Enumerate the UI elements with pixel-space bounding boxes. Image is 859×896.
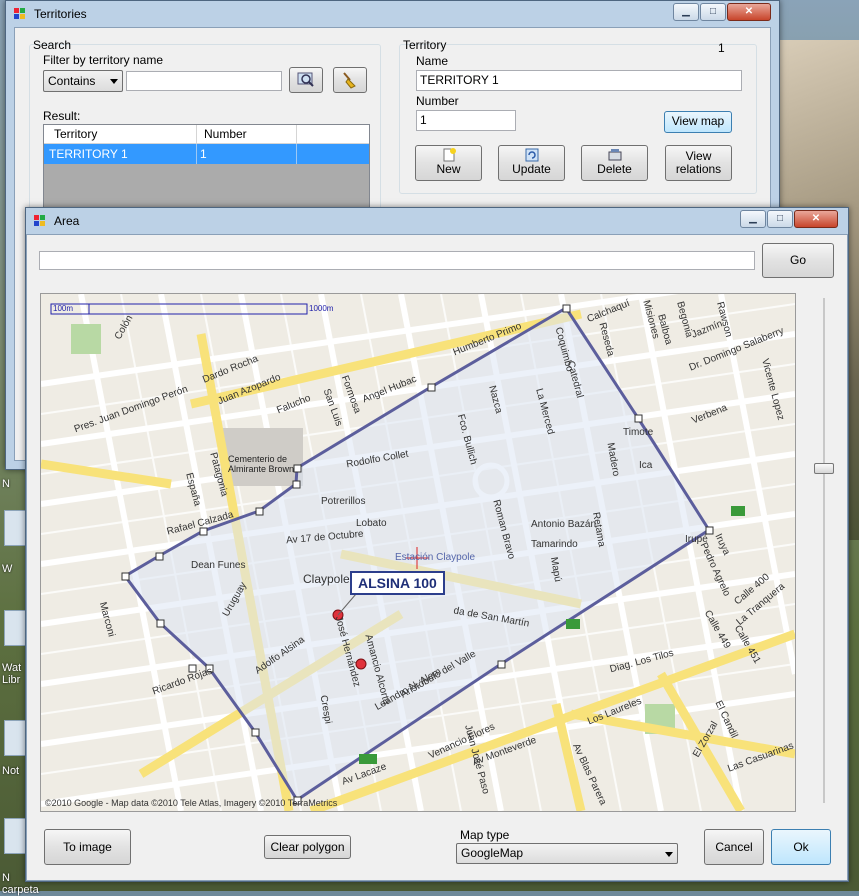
delete-button-label: Delete (597, 162, 632, 176)
map-copyright: ©2010 Google - Map data ©2010 Tele Atlas… (45, 798, 338, 808)
address-input[interactable] (39, 251, 755, 270)
window-title: Territories (34, 7, 87, 21)
column-divider (196, 144, 197, 164)
maximize-icon[interactable]: □ (767, 210, 793, 228)
street-label: Estación Claypole (395, 552, 476, 563)
cell-number: 1 (200, 147, 207, 161)
name-label: Name (416, 54, 449, 68)
table-row[interactable]: TERRITORY 1 1 (44, 144, 369, 164)
territory-group-label: Territory (403, 38, 447, 52)
column-header-number[interactable]: Number (204, 127, 247, 141)
column-divider (196, 125, 197, 143)
scale-small-label: 100m (53, 304, 74, 313)
name-input[interactable]: TERRITORY 1 (416, 70, 742, 91)
column-header-territory[interactable]: Territory (54, 127, 97, 141)
cell-territory: TERRITORY 1 (49, 147, 128, 161)
view-map-button[interactable]: View map (664, 111, 732, 133)
update-button[interactable]: Update (498, 145, 565, 181)
street-label: Ica (639, 460, 653, 471)
street-label: Potrerillos (321, 496, 366, 507)
zoom-thumb[interactable] (814, 463, 834, 474)
filter-label: Filter by territory name (43, 53, 164, 67)
update-button-label: Update (512, 162, 551, 176)
street-label: Irupé (685, 534, 708, 545)
minimize-icon[interactable]: ▁ (740, 210, 766, 228)
close-icon[interactable]: ✕ (727, 3, 771, 21)
minimize-icon[interactable]: ▁ (673, 3, 699, 21)
ok-button[interactable]: Ok (771, 829, 831, 865)
clear-filter-button[interactable] (333, 67, 367, 93)
to-image-button[interactable]: To image (44, 829, 131, 865)
go-button[interactable]: Go (762, 243, 834, 278)
filter-input[interactable] (126, 71, 282, 91)
map-type-label: Map type (460, 828, 510, 842)
column-divider (296, 144, 297, 164)
chevron-down-icon (110, 79, 118, 84)
maximize-icon[interactable]: □ (700, 3, 726, 21)
search-button[interactable] (289, 67, 323, 93)
magnifier-icon (297, 72, 314, 87)
chevron-down-icon (665, 852, 673, 857)
filter-mode-select[interactable]: Contains (43, 70, 123, 92)
street-label: Claypole (303, 572, 350, 586)
desktop-icon-label: W (2, 563, 13, 575)
app-icon (14, 8, 26, 20)
view-relations-button[interactable]: View relations (665, 145, 732, 181)
column-divider (296, 125, 297, 143)
street-label: Antonio Bazán (531, 519, 597, 530)
scale-large-label: 1000m (309, 304, 334, 313)
clear-polygon-button[interactable]: Clear polygon (264, 835, 351, 859)
street-label: Timote (623, 427, 654, 438)
map-type-select[interactable]: GoogleMap (456, 843, 678, 864)
broom-icon (343, 72, 356, 89)
close-icon[interactable]: ✕ (794, 210, 838, 228)
territory-counter: 1 (718, 41, 725, 55)
delete-button[interactable]: Delete (581, 145, 648, 181)
delete-icon (608, 149, 621, 161)
new-button[interactable]: New (415, 145, 482, 181)
desktop-icon-label: N (2, 478, 10, 490)
street-label: Dean Funes (191, 560, 246, 571)
window-title: Area (54, 214, 80, 228)
desktop-icon-label: Not (2, 765, 20, 777)
street-label: Tamarindo (531, 539, 578, 550)
cancel-button[interactable]: Cancel (704, 829, 764, 865)
map-view[interactable]: 100m 1000m ©2010 Google - Map data ©2010… (40, 293, 796, 812)
new-document-icon (443, 148, 456, 162)
zoom-slider[interactable] (814, 298, 834, 803)
result-grid-header: Territory Number (44, 125, 369, 144)
number-label: Number (416, 94, 459, 108)
number-input[interactable]: 1 (416, 110, 516, 131)
territories-titlebar[interactable]: Territories ▁ □ ✕ (6, 1, 779, 27)
app-icon (34, 215, 46, 227)
refresh-icon (525, 148, 538, 162)
marker-label: ALSINA 100 (350, 571, 445, 595)
new-button-label: New (436, 162, 461, 176)
street-label: Lobato (356, 518, 387, 529)
search-group-label: Search (33, 38, 72, 52)
area-titlebar[interactable]: Area ▁ □ ✕ (26, 208, 848, 234)
landmark-label: Cementerio de Almirante Brown (228, 454, 295, 474)
zoom-track (823, 298, 825, 803)
result-label: Result: (43, 109, 81, 123)
